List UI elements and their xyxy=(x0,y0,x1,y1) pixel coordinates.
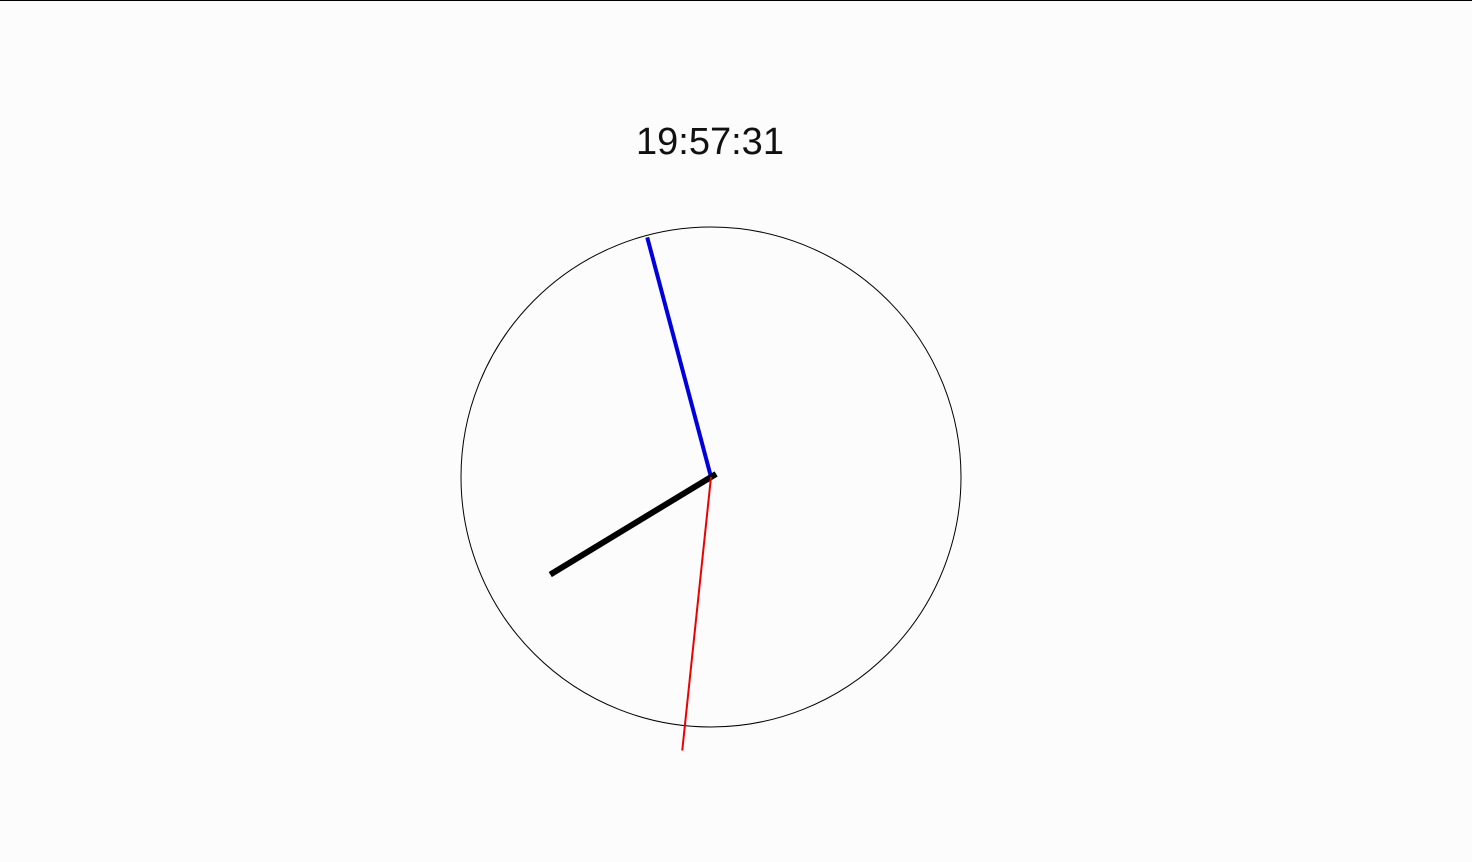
second-hand xyxy=(681,476,712,751)
analog-clock xyxy=(460,226,962,751)
hour-hand xyxy=(548,471,718,578)
minute-hand xyxy=(645,236,713,478)
